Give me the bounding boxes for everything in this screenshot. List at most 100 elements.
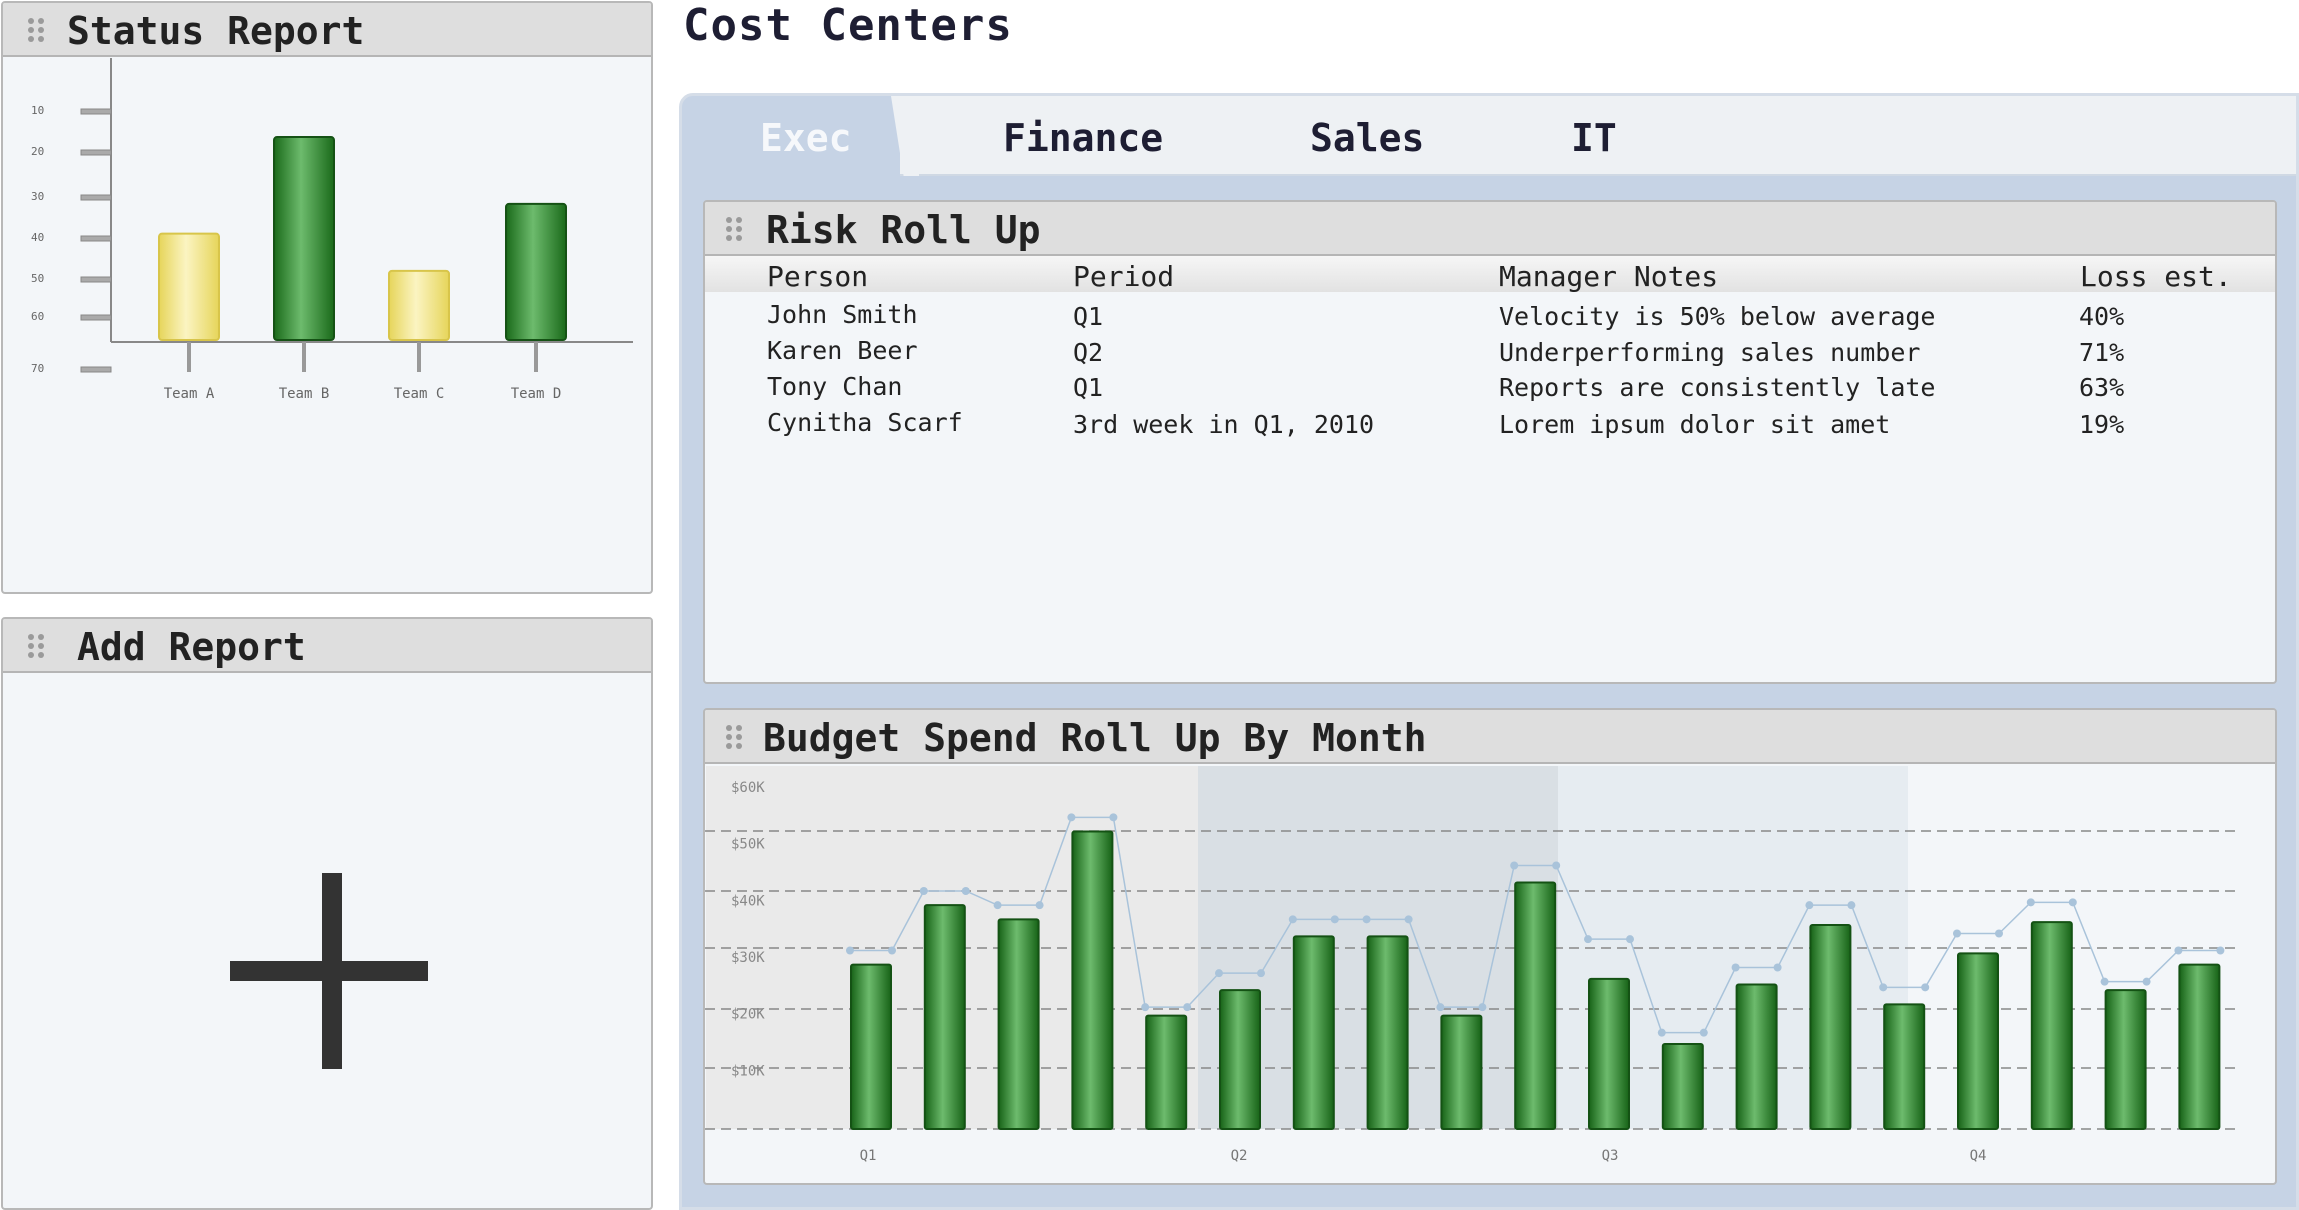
trend-point (919, 887, 928, 895)
bar (1145, 1014, 1188, 1131)
widget-title: Status Report (67, 9, 365, 53)
cell-loss: 63% (2079, 373, 2125, 402)
y-tick-label: $50K (731, 837, 765, 853)
bar (505, 202, 567, 341)
bar (1292, 935, 1335, 1130)
widget-header[interactable]: Budget Spend Roll Up By Month (705, 710, 2275, 764)
bar (1809, 924, 1852, 1130)
trend-point (1731, 963, 1740, 972)
column-header-notes[interactable]: Manager Notes (1499, 260, 1718, 293)
bar (1071, 830, 1114, 1130)
trend-point (1773, 963, 1782, 972)
trend-point (1362, 915, 1371, 924)
drag-handle-icon[interactable] (26, 632, 46, 660)
y-tick (80, 194, 112, 201)
y-tick-label: 70 (31, 362, 44, 375)
trend-point (1109, 813, 1118, 822)
widget-header[interactable]: Status Report (3, 3, 651, 57)
x-tick-label: Team D (511, 386, 562, 402)
trend-point (1035, 901, 1044, 910)
trend-point (1067, 813, 1076, 822)
trend-point (1626, 935, 1634, 944)
status-bar-chart: 10 20 30 40 50 60 70 Team A Team B Team C Team D (31, 58, 633, 402)
bar (388, 269, 450, 341)
y-tick (80, 235, 112, 242)
drag-handle-icon[interactable] (724, 215, 744, 243)
widget-header[interactable]: Add Report (3, 619, 651, 673)
bar (1440, 1014, 1483, 1131)
x-tick (417, 342, 421, 372)
status-report-widget: Status Report 10 20 30 40 50 60 70 Team A Team B… (1, 1, 653, 594)
cell-loss: 40% (2079, 302, 2125, 331)
x-tick-label: Q4 (1970, 1148, 1987, 1164)
bar (1661, 1043, 1704, 1130)
bar (1514, 881, 1557, 1130)
x-tick-label: Q1 (860, 1148, 877, 1164)
cell-period: Q1 (1073, 302, 1104, 331)
y-tick-label: 30 (31, 190, 44, 203)
tab-exec[interactable]: Exec (760, 116, 852, 160)
trend-point (1552, 861, 1561, 870)
plus-icon-bar (230, 961, 428, 981)
tab-sales[interactable]: Sales (1310, 116, 1424, 160)
y-tick-label: 20 (31, 145, 44, 158)
tab-it[interactable]: IT (1571, 116, 1617, 160)
x-tick (534, 342, 538, 372)
trend-point (1141, 1003, 1150, 1012)
x-tick-label: Team A (164, 386, 215, 402)
drag-handle-icon[interactable] (724, 723, 744, 751)
widget-title: Risk Roll Up (766, 208, 1041, 252)
trend-point (2026, 898, 2035, 907)
y-tick-label: $40K (731, 893, 765, 909)
drag-handle-icon[interactable] (26, 16, 46, 44)
add-report-button[interactable] (3, 675, 651, 1208)
bar (1366, 935, 1409, 1130)
cell-person: John Smith (767, 300, 918, 329)
x-tick (302, 342, 306, 372)
active-tab-edge (891, 96, 919, 176)
trend-point (1257, 969, 1265, 978)
cell-person: Tony Chan (767, 372, 903, 401)
budget-bar-chart: $60K$50K$40K$30K$20K$10KQ1 Q2 Q3 Q4 (705, 766, 2235, 1164)
cell-person: Karen Beer (767, 336, 918, 365)
y-tick (80, 366, 112, 373)
x-tick (187, 342, 191, 372)
bar (850, 963, 892, 1130)
trend-point (888, 946, 896, 955)
cell-notes: Lorem ipsum dolor sit amet (1499, 410, 1891, 439)
y-tick-label: 40 (31, 231, 44, 244)
trend-point (1584, 935, 1592, 944)
y-tick (80, 108, 112, 115)
widget-header[interactable]: Risk Roll Up (705, 202, 2275, 256)
budget-rollup-widget: Budget Spend Roll Up By Month $60K $50K $4… (703, 708, 2277, 1185)
x-tick-label: Team C (394, 386, 445, 402)
y-tick-label: $10K (731, 1063, 765, 1079)
trend-point (1330, 915, 1339, 924)
trend-point (2100, 977, 2109, 986)
column-header-loss[interactable]: Loss est. (2080, 260, 2232, 293)
trend-point (846, 946, 854, 955)
y-tick-label: 60 (31, 310, 44, 323)
bar (2178, 963, 2221, 1130)
y-tick-label: 10 (31, 104, 44, 117)
trend-point (1921, 983, 1930, 992)
trend-point (1995, 929, 2003, 938)
widget-title: Budget Spend Roll Up By Month (763, 716, 1427, 760)
trend-point (2142, 977, 2151, 986)
column-header-period[interactable]: Period (1073, 260, 1174, 293)
y-tick-label: $60K (731, 780, 765, 796)
bar (1588, 977, 1630, 1130)
tab-finance[interactable]: Finance (1003, 116, 1163, 160)
y-tick (80, 314, 112, 321)
trend-point (1215, 969, 1223, 978)
y-tick-label: $30K (731, 950, 765, 966)
trend-point (993, 901, 1002, 910)
bar (2030, 921, 2073, 1130)
trend-point (1510, 861, 1519, 870)
trend-point (1879, 983, 1888, 992)
x-tick-label: Q3 (1602, 1148, 1619, 1164)
trend-point (1288, 915, 1297, 924)
trend-point (1404, 915, 1413, 924)
bar (158, 232, 220, 341)
column-header-person[interactable]: Person (767, 260, 868, 293)
